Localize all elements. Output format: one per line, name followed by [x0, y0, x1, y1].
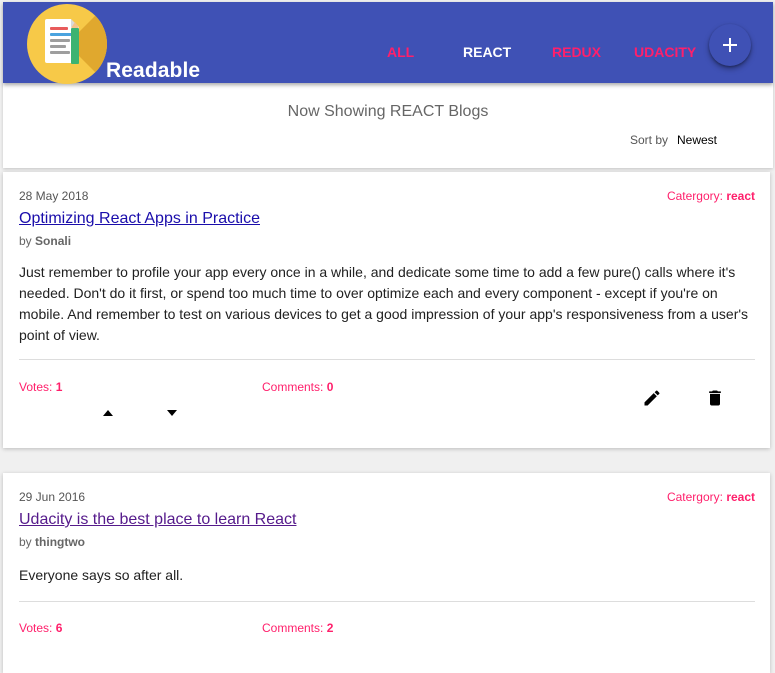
post-card: 28 May 2018 Catergory: react Optimizing …	[3, 172, 770, 448]
votes-label: Votes:	[19, 621, 53, 635]
plus-icon	[723, 38, 737, 52]
nav-link-all[interactable]: ALL	[387, 44, 414, 60]
comments-label: Comments:	[262, 621, 324, 635]
category-value[interactable]: react	[726, 490, 755, 504]
edit-post-button[interactable]	[640, 386, 664, 410]
readable-logo[interactable]	[27, 4, 107, 84]
votes-count: Votes: 1	[19, 380, 62, 394]
add-post-button[interactable]	[709, 24, 751, 66]
pencil-icon	[71, 28, 79, 64]
doc-line	[50, 33, 72, 36]
nav-link-udacity[interactable]: UDACITY	[634, 44, 696, 60]
brand-title[interactable]: Readable	[106, 59, 200, 83]
comments-value: 2	[326, 621, 334, 635]
post-date: 28 May 2018	[19, 189, 89, 203]
post-category: Catergory: react	[667, 490, 755, 504]
post-date: 29 Jun 2016	[19, 490, 86, 504]
post-body: Everyone says so after all.	[19, 567, 184, 583]
category-label: Catergory:	[666, 189, 723, 203]
author-name: Sonali	[35, 234, 72, 248]
votes-count: Votes: 6	[19, 621, 62, 635]
filter-header: Now Showing REACT Blogs Sort by Newest	[3, 83, 773, 168]
post-title-link[interactable]: Udacity is the best place to learn React	[19, 511, 296, 529]
divider	[19, 601, 755, 602]
page-title: Now Showing REACT Blogs	[287, 103, 489, 120]
post-author: by Sonali	[19, 234, 71, 248]
pencil-icon	[644, 390, 660, 406]
doc-line	[50, 51, 70, 54]
votes-value: 6	[55, 621, 63, 635]
author-prefix: by	[19, 234, 32, 248]
sort-label: Sort by	[630, 133, 669, 147]
votes-label: Votes:	[19, 380, 53, 394]
post-card: 29 Jun 2016 Catergory: react Udacity is …	[3, 473, 770, 673]
delete-post-button[interactable]	[703, 386, 727, 410]
doc-line	[50, 27, 68, 30]
divider	[19, 359, 755, 360]
downvote-button[interactable]	[160, 401, 184, 425]
sort-select[interactable]: Newest	[677, 133, 717, 147]
post-category: Catergory: react	[667, 189, 755, 203]
doc-line	[50, 39, 70, 42]
nav-link-react[interactable]: REACT	[463, 44, 511, 60]
arrow-down-icon	[167, 410, 177, 416]
comments-count: Comments: 0	[262, 380, 333, 394]
comments-value: 0	[326, 380, 334, 394]
comments-count: Comments: 2	[262, 621, 333, 635]
nav-link-redux[interactable]: REDUX	[552, 44, 601, 60]
author-prefix: by	[19, 535, 32, 549]
app-bar: Readable ALL REACT REDUX UDACITY	[3, 2, 773, 84]
category-label: Catergory:	[666, 490, 723, 504]
post-author: by thingtwo	[19, 535, 85, 549]
arrow-up-icon	[103, 410, 113, 416]
votes-value: 1	[55, 380, 63, 394]
trash-icon	[709, 390, 721, 406]
comments-label: Comments:	[262, 380, 324, 394]
author-name: thingtwo	[35, 535, 86, 549]
upvote-button[interactable]	[96, 401, 120, 425]
post-body: Just remember to profile your app every …	[19, 264, 749, 343]
post-title-link[interactable]: Optimizing React Apps in Practice	[19, 210, 260, 228]
doc-line	[50, 45, 66, 48]
category-value[interactable]: react	[726, 189, 755, 203]
